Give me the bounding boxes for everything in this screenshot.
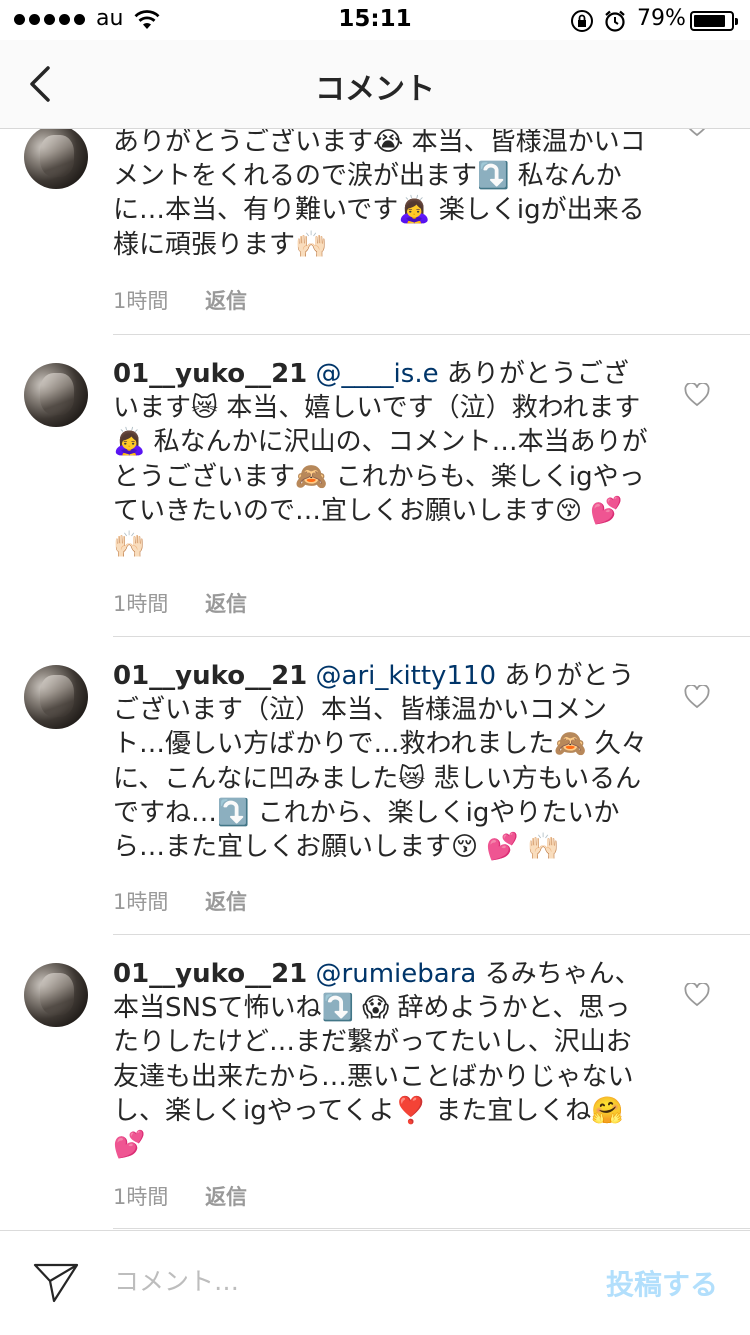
comment-meta: 1時間 返信 — [113, 588, 247, 618]
comment-meta: 1時間 返信 — [113, 886, 247, 916]
comment-username[interactable]: 01__yuko__21 — [113, 959, 307, 989]
avatar[interactable] — [24, 963, 88, 1027]
divider — [113, 934, 750, 935]
comment-text: 01__yuko__21 @ari_kitty110 ありがとうございます（泣）… — [113, 659, 653, 864]
status-bar: au 15:11 79% — [0, 0, 750, 40]
comment-body: ありがとうございます😿 本当、嬉しいです（泣）救われます🙇‍♀️ 私なんかに沢山… — [113, 359, 648, 561]
battery-percentage: 79% — [637, 6, 686, 31]
reply-button[interactable]: 返信 — [205, 592, 247, 616]
reply-button[interactable]: 返信 — [205, 890, 247, 914]
avatar[interactable] — [24, 665, 88, 729]
alarm-icon — [605, 10, 625, 32]
paper-plane-icon[interactable] — [32, 1261, 80, 1305]
comment-input[interactable] — [114, 1267, 534, 1296]
comment-body: ありがとうございます（泣）本当、皆様温かいコメント…優しい方ばかりで…救われまし… — [113, 661, 647, 863]
comment-mention[interactable]: @rumiebara — [316, 959, 477, 989]
post-button[interactable]: 投稿する — [606, 1263, 718, 1303]
heart-icon[interactable] — [684, 685, 710, 709]
avatar[interactable] — [24, 363, 88, 427]
battery-icon — [690, 11, 738, 31]
comment-time: 1時間 — [113, 592, 169, 616]
comment-meta: 1時間 返信 — [113, 1181, 247, 1211]
comment-username[interactable]: 01__yuko__21 — [113, 661, 307, 691]
heart-icon[interactable] — [684, 383, 710, 407]
comment-body: ありがとうございます😭 本当、皆様温かいコメントをくれるので涙が出ます⤵️ 私な… — [113, 129, 646, 260]
comment-time: 1時間 — [113, 1185, 169, 1209]
reply-button[interactable]: 返信 — [205, 289, 247, 313]
heart-icon[interactable] — [684, 983, 710, 1007]
comment-body: るみちゃん、本当SNSて怖いね⤵️ 😱 辞めようかと、思ったりしたけど…まだ繋が… — [113, 959, 641, 1161]
divider — [113, 636, 750, 637]
divider — [113, 334, 750, 335]
divider — [113, 1228, 750, 1229]
comment-list[interactable]: ありがとうございます😭 本当、皆様温かいコメントをくれるので涙が出ます⤵️ 私な… — [0, 129, 750, 1230]
comment-username[interactable]: 01__yuko__21 — [113, 359, 307, 389]
comment-mention[interactable]: @____is.e — [316, 359, 439, 389]
comment-composer: 投稿する — [0, 1230, 750, 1335]
rotation-lock-icon — [571, 10, 593, 32]
comment-text: 01__yuko__21 @rumiebara るみちゃん、本当SNSて怖いね⤵… — [113, 957, 653, 1162]
comment-mention[interactable]: @ari_kitty110 — [316, 661, 497, 691]
comment-text: 01__yuko__21 @____is.e ありがとうございます😿 本当、嬉し… — [113, 357, 653, 562]
comment-time: 1時間 — [113, 289, 169, 313]
comment-meta: 1時間 返信 — [113, 285, 247, 315]
comment-time: 1時間 — [113, 890, 169, 914]
heart-icon[interactable] — [684, 129, 710, 137]
navigation-bar: コメント — [0, 40, 750, 129]
avatar[interactable] — [24, 129, 88, 189]
reply-button[interactable]: 返信 — [205, 1185, 247, 1209]
page-title: コメント — [315, 72, 435, 107]
comment-text: ありがとうございます😭 本当、皆様温かいコメントをくれるので涙が出ます⤵️ 私な… — [113, 129, 653, 262]
